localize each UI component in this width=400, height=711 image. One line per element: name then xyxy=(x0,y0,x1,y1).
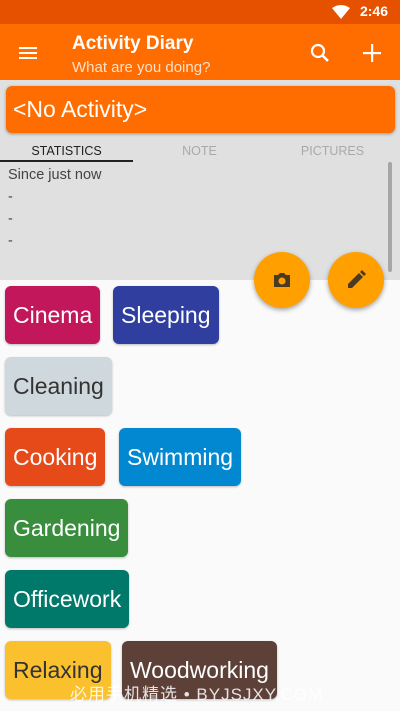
wifi-icon xyxy=(332,5,350,19)
app-title: Activity Diary xyxy=(72,33,194,54)
tab-statistics[interactable]: STATISTICS xyxy=(0,140,133,162)
activity-chip-officework[interactable]: Officework xyxy=(5,570,130,628)
camera-icon xyxy=(274,273,290,287)
search-icon[interactable] xyxy=(308,41,332,65)
stats-line: - xyxy=(8,233,13,249)
stats-line: - xyxy=(8,189,13,205)
activity-chip-swimming[interactable]: Swimming xyxy=(119,428,242,486)
watermark-text: 必用手机精选 • BYJSJXY.COM xyxy=(70,685,324,704)
add-icon[interactable] xyxy=(360,41,384,65)
current-activity-button[interactable]: <No Activity> xyxy=(6,86,395,133)
activity-chip-gardening[interactable]: Gardening xyxy=(5,499,129,557)
tab-note[interactable]: NOTE xyxy=(133,140,266,162)
app-bar: Activity Diary What are you doing? xyxy=(0,24,400,80)
status-clock: 2:46 xyxy=(359,3,388,19)
stats-line: - xyxy=(8,211,13,227)
activity-chip-cinema[interactable]: Cinema xyxy=(5,286,101,344)
app-subtitle: What are you doing? xyxy=(72,59,211,76)
edit-icon xyxy=(348,270,366,288)
tab-pictures[interactable]: PICTURES xyxy=(266,140,399,162)
activity-chip-cooking[interactable]: Cooking xyxy=(5,428,106,486)
activity-chip-sleeping[interactable]: Sleeping xyxy=(113,286,219,344)
activity-chip-cleaning[interactable]: Cleaning xyxy=(5,357,112,415)
stats-since: Since just now xyxy=(8,167,102,183)
tab-bar: STATISTICS NOTE PICTURES xyxy=(0,140,400,162)
scrollbar[interactable] xyxy=(388,162,392,272)
edit-note-button[interactable] xyxy=(328,252,384,308)
camera-button[interactable] xyxy=(254,252,310,308)
status-bar: 2:46 xyxy=(0,0,400,24)
statistics-content: Since just now - - - xyxy=(8,164,378,252)
menu-icon[interactable] xyxy=(16,41,40,65)
tab-indicator xyxy=(0,160,133,162)
